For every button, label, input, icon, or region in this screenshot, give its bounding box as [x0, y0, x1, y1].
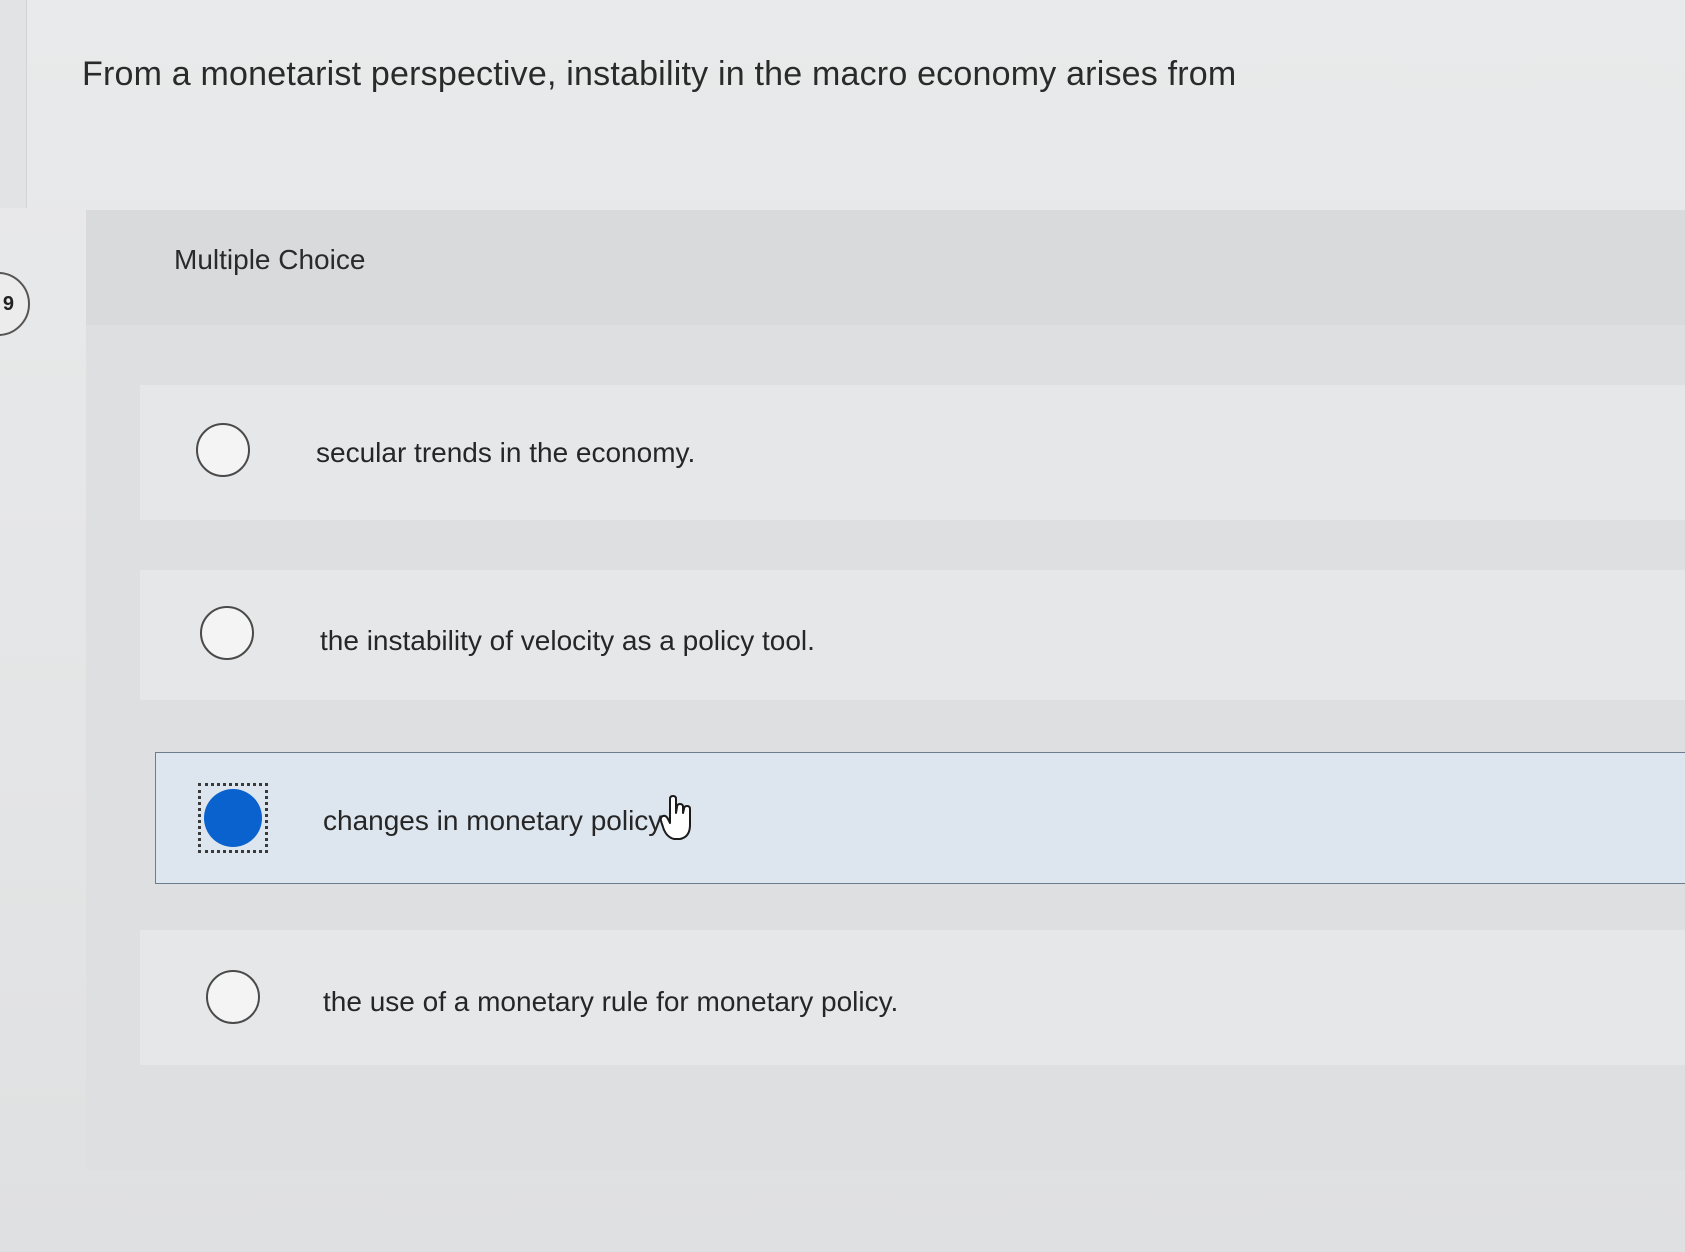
question-number: 9	[2, 292, 14, 315]
question-type-label: Multiple Choice	[174, 244, 366, 275]
question-prompt: From a monetarist perspective, instabili…	[82, 55, 1237, 93]
radio-button-unchecked[interactable]	[196, 423, 250, 477]
answer-option-label: the instability of velocity as a policy …	[320, 625, 815, 656]
answer-option[interactable]: the instability of velocity as a policy …	[140, 570, 1685, 700]
question-number-badge[interactable]: 9	[0, 272, 30, 336]
radio-button-unchecked[interactable]	[200, 606, 254, 660]
answer-option[interactable]: secular trends in the economy.	[140, 385, 1685, 520]
hand-pointer-icon	[660, 795, 691, 840]
answer-option-selected[interactable]: changes in monetary policy.	[155, 752, 1685, 884]
left-sidebar-edge	[0, 0, 27, 208]
radio-button-unchecked[interactable]	[206, 970, 260, 1024]
answer-option-label: changes in monetary policy.	[323, 805, 668, 836]
radio-button-checked[interactable]	[204, 789, 262, 847]
answer-option[interactable]: the use of a monetary rule for monetary …	[140, 930, 1685, 1065]
answer-option-label: the use of a monetary rule for monetary …	[323, 986, 899, 1017]
answer-option-label: secular trends in the economy.	[316, 437, 696, 468]
screen: 9 From a monetarist perspective, instabi…	[0, 0, 1685, 1252]
